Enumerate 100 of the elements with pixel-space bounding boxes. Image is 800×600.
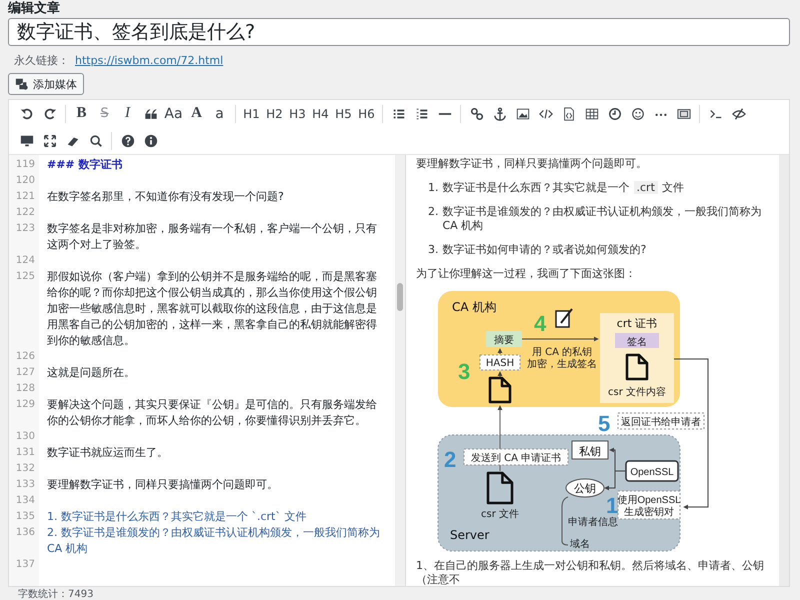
file-icon (488, 376, 512, 404)
add-media-button[interactable]: 添加媒体 (8, 73, 84, 95)
line-number: 137 (14, 558, 35, 572)
image-icon[interactable] (516, 106, 530, 120)
format-button[interactable]: H3 (286, 106, 309, 120)
bulleted-list-icon[interactable] (392, 106, 406, 120)
connector-arrow (498, 371, 502, 378)
domain-label: 域名 (570, 539, 590, 550)
format-button[interactable]: Aa (162, 106, 185, 122)
private-key-label: 私钥 (579, 445, 601, 458)
link-icon[interactable] (470, 106, 484, 120)
return-note: 返回证书给申请者 (618, 412, 704, 430)
monitor-icon[interactable] (20, 134, 34, 148)
format-button[interactable]: H4 (309, 106, 332, 120)
undo-icon[interactable] (20, 106, 34, 120)
permalink-label: 永久链接： (14, 52, 69, 68)
scrollbar-thumb[interactable] (397, 283, 403, 311)
permalink-link[interactable]: https://iswbm.com/72.html (75, 54, 224, 66)
signature-label: 签名 (627, 337, 647, 348)
server-label: Server (450, 528, 490, 542)
line-number: 126 (14, 350, 35, 364)
file-icon (486, 472, 514, 504)
search-icon[interactable] (88, 134, 102, 148)
title-field[interactable]: 数字证书、签名到底是什么? (8, 18, 790, 46)
applicant-label: 申请者信息 (568, 517, 618, 528)
line-number: 124 (14, 254, 35, 268)
line-number: 131 (14, 446, 35, 460)
line-number: 127 (14, 366, 35, 380)
signature-box (615, 333, 659, 348)
list-item-text: 数字证书如何申请的？或者说如何颁发的? (442, 243, 646, 257)
line-number: 123 (14, 222, 35, 236)
csr-file-label: csr 文件 (481, 509, 519, 520)
code-line: 要理解数字证书，同样只要搞懂两个问题即可。 (47, 477, 279, 493)
file-icon (626, 354, 648, 380)
hash-box (480, 354, 520, 370)
word-count: 字数统计：7493 (18, 589, 94, 600)
line-number: 129 (14, 398, 35, 412)
line-number: 136 (14, 526, 35, 540)
help-icon[interactable] (120, 134, 134, 148)
line-number: 132 (14, 462, 35, 476)
generate-note: 使用OpenSSL 生成密钥对 (617, 490, 681, 520)
code-line: 1. 数字证书是什么东西？其实它就是一个 `.crt` 文件 (47, 509, 308, 525)
line-number: 133 (14, 478, 35, 492)
quote-icon[interactable] (144, 106, 158, 120)
step-number: 1 (606, 493, 618, 518)
line-number: 119 (14, 158, 35, 172)
format-button[interactable]: H1 (240, 106, 263, 120)
digest-label: 摘要 (494, 335, 514, 346)
sign-note: 用 CA 的私钥 (532, 347, 592, 358)
format-button[interactable]: H6 (355, 106, 378, 120)
openssl-box (625, 460, 679, 482)
format-button[interactable]: I (116, 105, 139, 122)
code-file-icon[interactable] (562, 106, 576, 120)
code-line: 在数字签名那里，不知道你有没有发现一个问题? (47, 189, 285, 205)
list-number: 3. (428, 243, 438, 257)
list-item-text: 数字证书是谁颁发的？由权威证书认证机构颁发，一般我们简称为 CA 机构 (442, 205, 762, 233)
clock-icon[interactable] (608, 106, 622, 120)
preview-paragraph: 1、在自己的服务器上生成一对公钥和私钥。然后将域名、申请者、公钥（注意不 (416, 559, 765, 587)
public-key-label: 公钥 (574, 482, 596, 495)
hash-label: HASH (486, 358, 514, 369)
step-number: 5 (598, 411, 610, 436)
code-line: 那假如说你（客户端）拿到的公钥并不是服务端给的呢，而是黑客塞给你的呢？而你却把这个假公钥当成真的，那么当你使用这个假公钥加密一些敏感信息时，黑客就可以截取你的这段信息，由于这信息是用黑客自己的公钥加密的，这样一来，黑客拿自己的私钥就能解密得到你的敏感信息。 (47, 269, 378, 349)
code-line: 数字签名是非对称加密，服务端有一个私钥，客户端一个公钥，只有这两个对上了验签。 (47, 221, 378, 253)
line-number: 135 (14, 510, 35, 524)
table-icon[interactable] (584, 106, 598, 120)
numbered-list-icon[interactable] (414, 106, 428, 120)
code-line: 要解决这个问题，其实只要保证『公钥』是可信的。只有服务端发给你的公钥你才能拿，而坏人给你的公钥，你要懂得识别并丢弃它。 (47, 397, 378, 429)
code-line: ### 数字证书 (47, 157, 124, 173)
line-number: 128 (14, 382, 35, 396)
list-item-text: 数字证书是什么东西？其实它就是一个 .crt 文件 (442, 181, 684, 195)
format-button[interactable]: H2 (263, 106, 286, 120)
code-icon[interactable] (538, 106, 552, 120)
line-number: 125 (14, 270, 35, 284)
scrollbar-track[interactable] (779, 155, 789, 586)
info-icon[interactable] (144, 134, 158, 148)
code-line: 数字证书就应运而生了。 (47, 445, 169, 461)
fullscreen-icon[interactable] (42, 134, 56, 148)
smiley-icon[interactable] (630, 106, 644, 120)
hidden-eye-icon[interactable] (732, 106, 746, 120)
panel-icon[interactable] (676, 106, 690, 120)
line-number: 122 (14, 206, 35, 220)
page-heading: 编辑文章 (8, 0, 60, 16)
preview-paragraph: 要理解数字证书，同样只要搞懂两个问题即可。 (416, 157, 648, 171)
anchor-icon[interactable] (492, 106, 506, 120)
connector-arrow (498, 348, 502, 354)
redo-icon[interactable] (42, 106, 56, 120)
ca-label: CA 机构 (452, 300, 496, 314)
connector-arrow (604, 448, 626, 490)
media-icon (15, 77, 29, 91)
code-line: 这就是问题所在。 (47, 365, 136, 381)
format-button[interactable]: B (70, 105, 93, 122)
code-line: 2. 数字证书是谁颁发的？由权威证书认证机构颁发，一般我们简称为 CA 机构 (47, 525, 381, 557)
format-button[interactable]: H5 (332, 106, 355, 120)
list-number: 2. (428, 205, 438, 220)
send-note: 发送到 CA 申请证书 (464, 448, 568, 466)
line-number: 134 (14, 494, 35, 508)
format-button[interactable]: A (185, 105, 208, 122)
format-button[interactable]: a (208, 106, 231, 122)
digest-box (486, 331, 522, 347)
public-key-oval (566, 478, 604, 498)
